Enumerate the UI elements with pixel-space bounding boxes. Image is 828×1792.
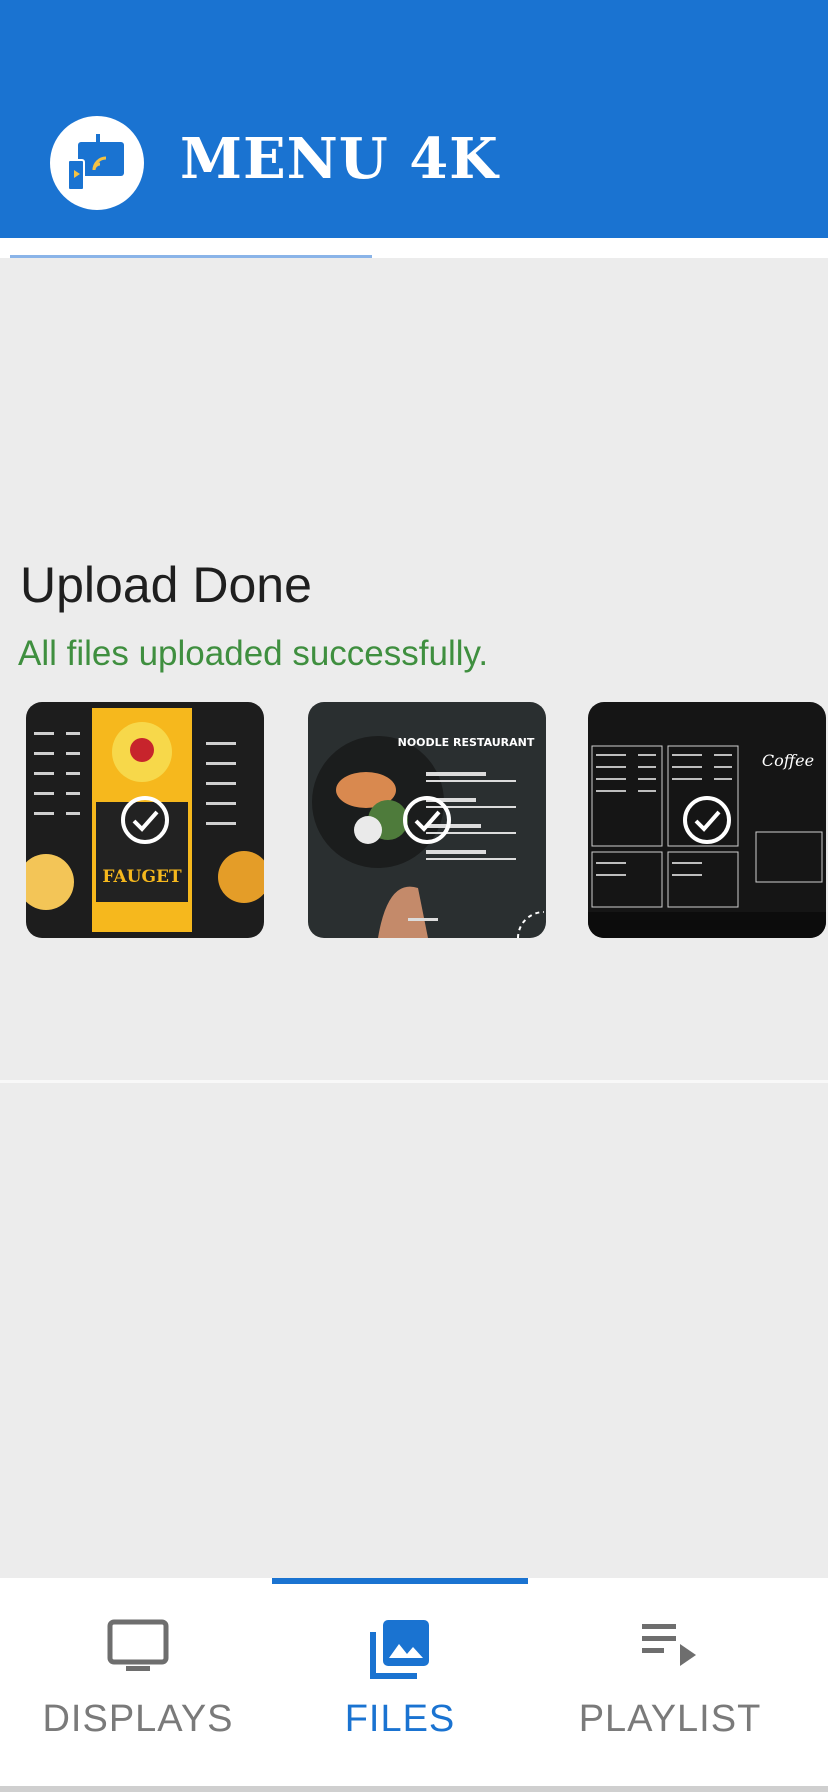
app-title: MENU 4K <box>180 126 499 192</box>
upload-success-message: All files uploaded successfully. <box>18 634 489 673</box>
nav-item-playlist[interactable]: PLAYLIST <box>532 1578 808 1784</box>
cast-tv-icon <box>67 134 124 191</box>
app-header: MENU 4K <box>0 0 828 238</box>
nav-label-playlist: PLAYLIST <box>578 1698 762 1740</box>
nav-label-displays: DISPLAYS <box>42 1698 234 1740</box>
content-divider <box>0 1080 828 1083</box>
bottom-navigation: DISPLAYS FILES PLAYLIST <box>0 1578 828 1792</box>
nav-item-displays[interactable]: DISPLAYS <box>0 1578 276 1784</box>
nav-active-indicator <box>272 1578 528 1584</box>
app-logo <box>50 116 144 210</box>
check-icon <box>683 796 731 844</box>
nav-label-files: FILES <box>344 1698 456 1740</box>
check-icon <box>403 796 451 844</box>
nav-item-files[interactable]: FILES <box>262 1578 538 1784</box>
monitor-icon <box>107 1619 169 1671</box>
playlist-play-icon <box>642 1624 696 1666</box>
menu-image-caption: NOODLE RESTAURANT <box>398 736 535 749</box>
menu-image-caption: FAUGET <box>102 867 182 887</box>
thumbnail-coffee[interactable]: Coffee <box>588 702 826 938</box>
tab-indicator <box>10 255 372 258</box>
check-icon <box>121 796 169 844</box>
bottom-edge <box>0 1786 828 1792</box>
menu-image-caption: Coffee <box>762 751 814 770</box>
upload-title: Upload Done <box>20 557 312 613</box>
thumbnail-fauget[interactable]: FAUGET <box>26 702 264 938</box>
thumbnail-noodle[interactable]: NOODLE RESTAURANT <box>308 702 546 938</box>
photo-library-icon <box>370 1620 429 1679</box>
